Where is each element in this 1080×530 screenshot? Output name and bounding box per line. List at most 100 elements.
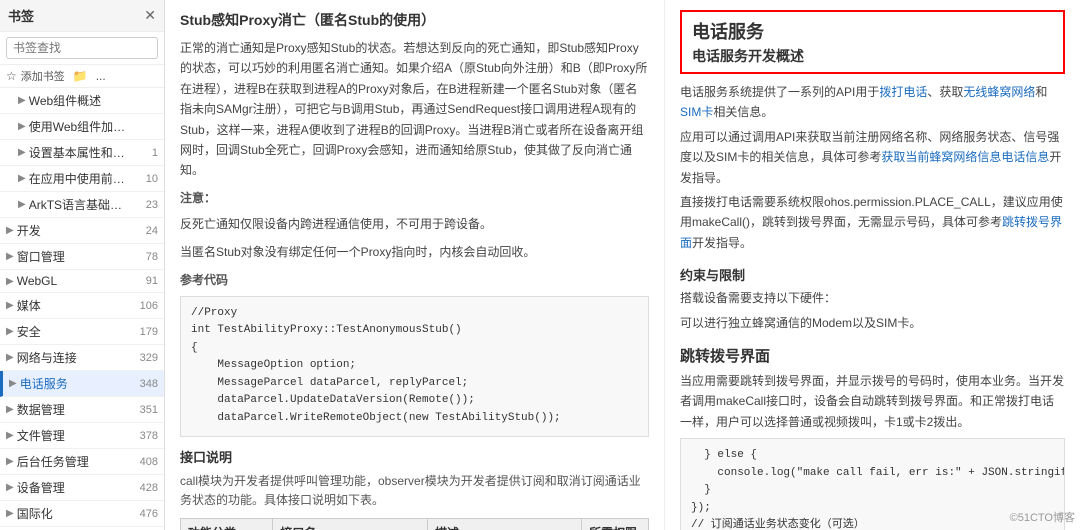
nav-item-label: 设置基本属性和事件 bbox=[29, 144, 134, 161]
chevron-icon: ▶ bbox=[6, 352, 14, 363]
note-label: 注意： bbox=[180, 189, 649, 206]
folder-icon[interactable]: 📁 bbox=[73, 69, 88, 83]
chevron-icon: ▶ bbox=[18, 121, 26, 132]
chevron-icon: ▶ bbox=[6, 326, 14, 337]
nav-item-count: 348 bbox=[138, 378, 158, 390]
add-bookmark-label[interactable]: 添加书签 bbox=[21, 68, 65, 84]
dial-section: 跳转拨号界面 当应用需要跳转到拨号界面，并显示拨号的号码时，使用本业务。当开发者… bbox=[680, 345, 1065, 530]
nav-item-label: 国际化 bbox=[17, 505, 134, 522]
interface-title: 接口说明 bbox=[180, 447, 649, 466]
chevron-icon: ▶ bbox=[18, 147, 26, 158]
chevron-icon: ▶ bbox=[6, 300, 14, 311]
sidebar-item-10[interactable]: ▶网络与连接 329 bbox=[0, 345, 164, 371]
chevron-icon: ▶ bbox=[18, 173, 26, 184]
nav-item-label: 文件管理 bbox=[17, 427, 134, 444]
nav-item-count: 78 bbox=[138, 251, 158, 263]
nav-item-count: 91 bbox=[138, 275, 158, 287]
chevron-icon: ▶ bbox=[6, 430, 14, 441]
nav-item-label: 后台任务管理 bbox=[17, 453, 134, 470]
chevron-icon: ▶ bbox=[6, 482, 14, 493]
sidebar-item-0[interactable]: ▶Web组件概述 bbox=[0, 88, 164, 114]
nav-item-count: 179 bbox=[138, 326, 158, 338]
sidebar-item-16[interactable]: ▶国际化 476 bbox=[0, 501, 164, 527]
col-header-category: 功能分类 bbox=[181, 519, 273, 530]
sidebar-item-2[interactable]: ▶设置基本属性和事件 1 bbox=[0, 140, 164, 166]
nav-item-count: 329 bbox=[138, 352, 158, 364]
api-table: 功能分类 接口名 描述 所需权限 能力获取call.hasVoiceCapabi… bbox=[180, 518, 649, 530]
sidebar-header: 书签 ✕ bbox=[0, 0, 164, 32]
chevron-icon: ▶ bbox=[9, 378, 17, 389]
sidebar-item-13[interactable]: ▶文件管理 378 bbox=[0, 423, 164, 449]
nav-item-count: 351 bbox=[138, 404, 158, 416]
nav-item-count: 378 bbox=[138, 430, 158, 442]
add-bookmark-icon[interactable]: ☆ bbox=[6, 69, 17, 83]
note1: 反死亡通知仅限设备内跨进程通信使用，不可用于跨设备。 bbox=[180, 214, 649, 234]
watermark: ©51CTO博客 bbox=[1010, 509, 1075, 525]
nav-item-count: 10 bbox=[138, 173, 158, 185]
sidebar-item-1[interactable]: ▶使用Web组件加载页面 bbox=[0, 114, 164, 140]
nav-item-label: 网络与连接 bbox=[17, 349, 134, 366]
constraint-section: 约束与限制 搭载设备需要支持以下硬件： 可以进行独立蜂窝通信的Modem以及SI… bbox=[680, 265, 1065, 333]
phone-intro: 电话服务系统提供了一系列的API用于拨打电话、获取无线蜂窝网络和SIM卡相关信息… bbox=[680, 82, 1065, 123]
phone-intro-section: 电话服务系统提供了一系列的API用于拨打电话、获取无线蜂窝网络和SIM卡相关信息… bbox=[680, 82, 1065, 253]
chevron-icon: ▶ bbox=[6, 508, 14, 519]
nav-item-count: 1 bbox=[138, 147, 158, 159]
phone-para1: 应用可以通过调用API来获取当前注册网络名称、网络服务状态、信号强度以及SIM卡… bbox=[680, 127, 1065, 188]
phone-main-title: 电话服务 bbox=[692, 18, 1053, 44]
sidebar-item-11[interactable]: ▶电话服务 348 bbox=[0, 371, 164, 397]
sidebar-title: 书签 bbox=[8, 6, 34, 25]
nav-item-label: ArkTS语言基础类库概述 bbox=[29, 196, 134, 213]
dial-para: 当应用需要跳转到拨号界面，并显示拨号的号码时，使用本业务。当开发者调用makeC… bbox=[680, 371, 1065, 432]
phone-para2: 直接拨打电话需要系统权限ohos.permission.PLACE_CALL，建… bbox=[680, 192, 1065, 253]
sidebar-item-6[interactable]: ▶窗口管理 78 bbox=[0, 244, 164, 270]
sidebar-item-7[interactable]: ▶WebGL 91 bbox=[0, 270, 164, 293]
dial-link[interactable]: 拨打电话 bbox=[879, 85, 927, 99]
more-options-label[interactable]: ... bbox=[96, 69, 106, 83]
sidebar-item-12[interactable]: ▶数据管理 351 bbox=[0, 397, 164, 423]
col-header-desc: 描述 bbox=[428, 519, 582, 530]
nav-item-label: 开发 bbox=[17, 222, 134, 239]
chevron-icon: ▶ bbox=[6, 404, 14, 415]
network-info-link[interactable]: 获取当前蜂窝网络信息电话信息 bbox=[881, 150, 1049, 164]
sidebar-item-8[interactable]: ▶媒体 106 bbox=[0, 293, 164, 319]
dial-guide-link[interactable]: 跳转拨号界面 bbox=[680, 215, 1062, 249]
nav-item-count: 106 bbox=[138, 300, 158, 312]
chevron-icon: ▶ bbox=[6, 251, 14, 262]
phone-service-content: 电话服务 电话服务开发概述 电话服务系统提供了一系列的API用于拨打电话、获取无… bbox=[665, 0, 1080, 530]
nav-item-label: 窗口管理 bbox=[17, 248, 134, 265]
nav-item-label: 设备管理 bbox=[17, 479, 134, 496]
nav-item-label: WebGL bbox=[17, 274, 134, 288]
nav-item-count: 476 bbox=[138, 508, 158, 520]
sidebar: 书签 ✕ ☆ 添加书签 📁 ... ▶Web组件概述▶使用Web组件加载页面▶设… bbox=[0, 0, 165, 530]
sidebar-item-15[interactable]: ▶设备管理 428 bbox=[0, 475, 164, 501]
sim-link[interactable]: SIM卡 bbox=[680, 105, 713, 119]
cellular-link[interactable]: 无线蜂窝网络 bbox=[963, 85, 1035, 99]
sidebar-search-container bbox=[0, 32, 164, 65]
nav-item-label: 电话服务 bbox=[20, 375, 134, 392]
note2: 当匿名Stub对象没有绑定任何一个Proxy指向时，内核会自动回收。 bbox=[180, 242, 649, 262]
sidebar-item-3[interactable]: ▶在应用中使用前端页面JavaScrip10 bbox=[0, 166, 164, 192]
sidebar-nav: ▶Web组件概述▶使用Web组件加载页面▶设置基本属性和事件1▶在应用中使用前端… bbox=[0, 88, 164, 530]
nav-item-label: 数据管理 bbox=[17, 401, 134, 418]
interface-section: 接口说明 call模块为开发者提供呼叫管理功能，observer模块为开发者提供… bbox=[180, 447, 649, 530]
search-input[interactable] bbox=[6, 37, 158, 59]
nav-item-count: 23 bbox=[138, 199, 158, 211]
sidebar-item-5[interactable]: ▶开发24 bbox=[0, 218, 164, 244]
nav-item-label: 安全 bbox=[17, 323, 134, 340]
close-icon[interactable]: ✕ bbox=[144, 7, 156, 24]
sidebar-item-4[interactable]: ▶ArkTS语言基础类库概述23 bbox=[0, 192, 164, 218]
sidebar-item-14[interactable]: ▶后台任务管理408 bbox=[0, 449, 164, 475]
chevron-icon: ▶ bbox=[18, 95, 26, 106]
sidebar-item-9[interactable]: ▶安全 179 bbox=[0, 319, 164, 345]
phone-sub-title: 电话服务开发概述 bbox=[692, 46, 1053, 66]
nav-item-label: Web组件概述 bbox=[29, 92, 134, 109]
stub-content: Stub感知Proxy消亡（匿名Stub的使用） 正常的消亡通知是Proxy感知… bbox=[165, 0, 665, 530]
code-block-right: } else { console.log("make call fail, er… bbox=[680, 438, 1065, 530]
nav-item-count: 408 bbox=[138, 456, 158, 468]
phone-title-box: 电话服务 电话服务开发概述 bbox=[680, 10, 1065, 74]
chevron-icon: ▶ bbox=[6, 276, 14, 287]
constraint-title: 约束与限制 bbox=[680, 265, 1065, 284]
nav-item-count: 428 bbox=[138, 482, 158, 494]
nav-item-label: 媒体 bbox=[17, 297, 134, 314]
stub-para1: 正常的消亡通知是Proxy感知Stub的状态。若想达到反向的死亡通知，即Stub… bbox=[180, 38, 649, 181]
